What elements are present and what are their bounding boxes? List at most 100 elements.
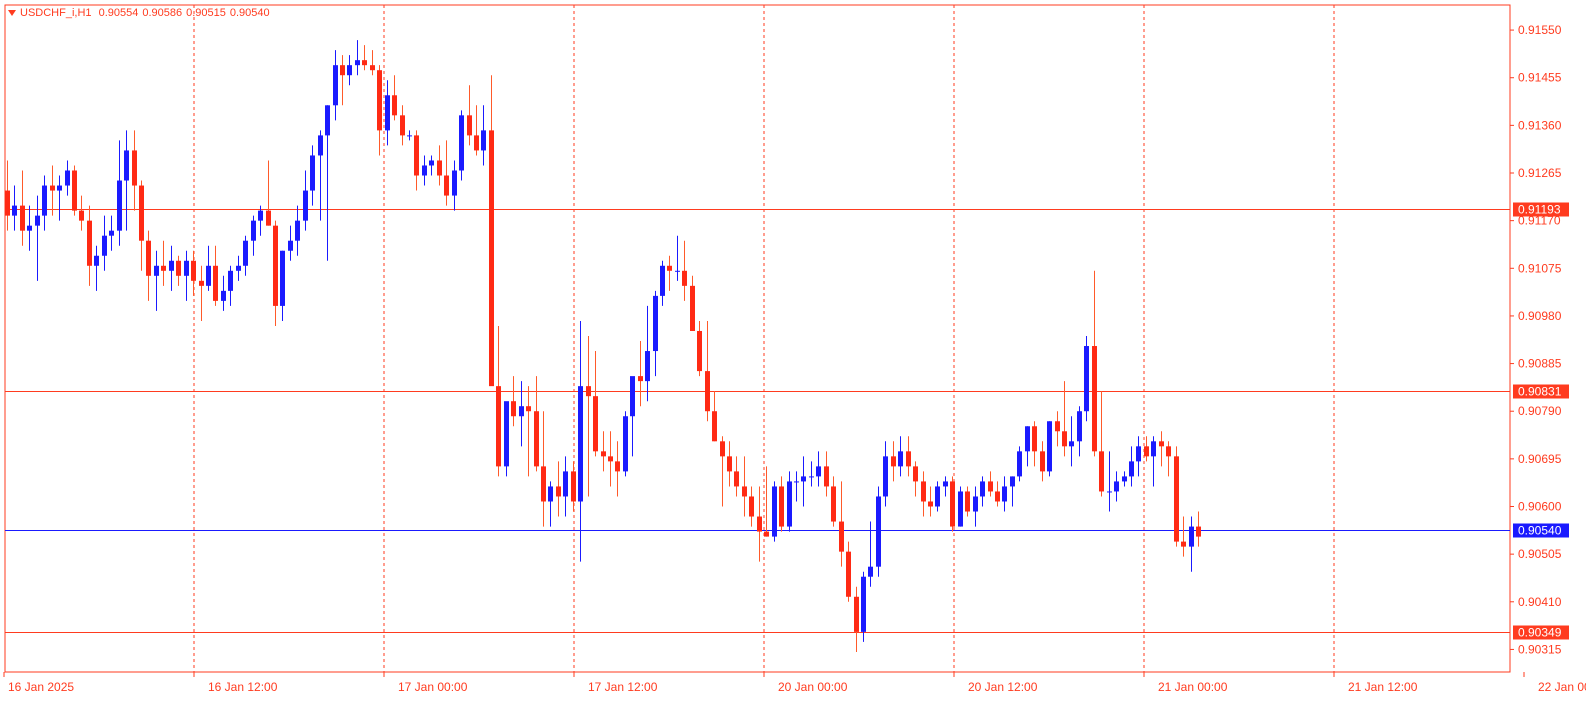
y-tick-label: 0.91550 [1518,23,1562,37]
candle-body [422,165,427,176]
candle-body [1055,421,1060,432]
candle-body [280,250,285,306]
price-badge-label: 0.91193 [1518,203,1561,217]
x-tick-label: 21 Jan 12:00 [1348,680,1418,694]
candle-body [400,115,405,136]
candle-body [1062,431,1067,447]
candle-body [548,486,553,502]
candle-body [898,451,903,467]
candle-body [199,280,204,286]
candle-body [1114,481,1119,492]
candle-body [1144,446,1149,457]
candle-body [87,220,92,266]
candle-body [474,135,479,151]
candle-body [1002,486,1007,502]
candle-body [816,466,821,477]
candle-body [720,441,725,457]
candle-body [712,411,717,442]
candle-body [1189,526,1194,547]
candle-body [1099,451,1104,492]
candle-body [534,411,539,467]
candle-body [184,260,189,276]
candle-body [1181,541,1186,547]
candle-body [995,491,1000,502]
candle-body [809,476,814,478]
candle-body [965,491,970,512]
candle-body [132,150,137,186]
y-tick-label: 0.91455 [1518,71,1562,85]
candle-body [653,295,658,352]
price-badge-label: 0.90540 [1518,524,1562,538]
candle-body [891,456,896,467]
candle-body [273,225,278,306]
candle-body [5,190,10,216]
candle-body [667,265,672,271]
candle-body [675,270,680,272]
candle-body [392,95,397,116]
candle-body [824,466,829,487]
candle-body [347,65,352,76]
candle-body [779,486,784,527]
candle-body [563,471,568,497]
candle-body [921,481,926,502]
candle-body [72,170,77,211]
candlestick-chart[interactable]: 16 Jan 2025 16 Jan 12:00 17 Jan 00:00 17 Ja… [0,0,1586,708]
candle-body [1084,346,1089,412]
y-tick-label: 0.90600 [1518,500,1562,514]
candle-body [407,135,412,137]
candle-body [801,476,806,482]
candle-body [764,531,769,537]
candle-body [228,270,233,291]
candle-body [839,521,844,552]
candle-body [42,185,47,216]
candle-body [705,371,710,412]
candle-body [295,220,300,241]
y-tick-label: 0.91265 [1518,166,1562,180]
candle-body [459,115,464,171]
candle-body [243,240,248,266]
x-tick-label: 22 Jan 00:00 [1538,680,1586,694]
candle-body [221,290,226,301]
candle-body [861,576,866,632]
y-tick-label: 0.90410 [1518,595,1562,609]
candle-body [310,155,315,191]
candle-body [690,285,695,331]
candle-body [496,386,501,467]
candle-body [65,170,70,186]
candle-body [883,456,888,497]
candle-body [57,185,62,191]
candle-body [481,130,486,151]
candle-body [467,115,472,136]
candle-body [191,260,196,281]
candle-body [1151,441,1156,457]
x-tick-label: 17 Jan 12:00 [588,680,658,694]
candle-body [1047,421,1052,472]
y-tick-label: 0.91075 [1518,261,1562,275]
candle-body [1077,411,1082,442]
candle-body [868,566,873,577]
candle-body [526,406,531,412]
candle-body [27,225,32,231]
candle-body [102,235,107,256]
y-tick-label: 0.91360 [1518,118,1562,132]
candle-body [854,596,859,632]
candle-body [630,376,635,417]
candle-body [139,185,144,241]
y-tick-label: 0.90505 [1518,547,1562,561]
candle-body [608,456,613,462]
candle-body [645,351,650,382]
candle-body [169,260,174,271]
candle-body [541,466,546,502]
candle-body [429,160,434,166]
candle-body [794,481,799,483]
candle-body [1032,426,1037,452]
candle-body [213,265,218,301]
candle-body [1040,451,1045,472]
candle-body [519,406,524,417]
x-tick-label: 16 Jan 2025 [8,680,74,694]
candle-body [79,210,84,221]
candle-body [258,210,263,221]
candle-body [757,516,762,532]
candle-body [50,185,55,191]
candle-body [318,135,323,156]
